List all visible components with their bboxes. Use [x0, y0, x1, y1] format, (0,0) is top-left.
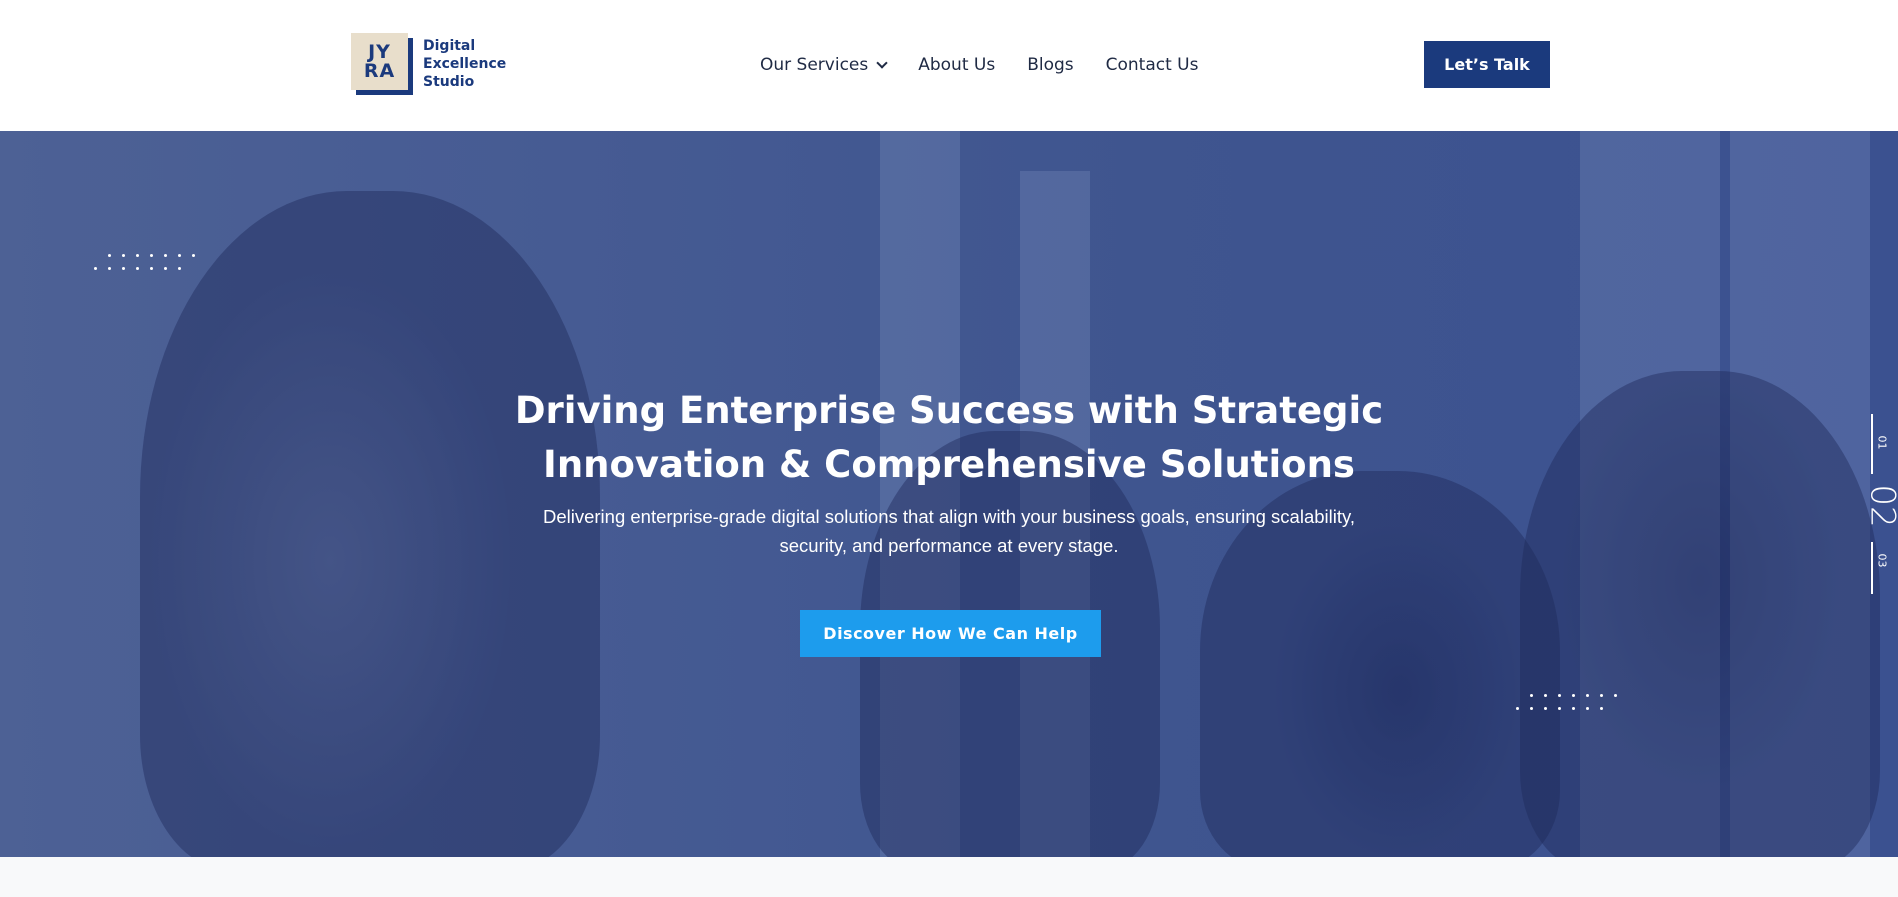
hero-subtitle-line1: Delivering enterprise-grade digital solu…: [542, 506, 1356, 527]
hero-title-line2: Innovation & Comprehensive Solutions: [543, 443, 1355, 486]
nav-item-about-us[interactable]: About Us: [918, 55, 995, 75]
nav-item-contact-us[interactable]: Contact Us: [1106, 55, 1199, 75]
slide-number-current[interactable]: 02: [1863, 484, 1898, 527]
decorative-dots-bottom-right: [1516, 694, 1626, 714]
logo-mark-line1: JY: [368, 40, 391, 63]
chevron-down-icon: [876, 56, 888, 69]
main-nav: Our Services About Us Blogs Contact Us: [760, 52, 1199, 78]
nav-item-label: Our Services: [760, 55, 869, 75]
background-person: [1520, 371, 1880, 857]
lets-talk-button[interactable]: Let’s Talk: [1424, 41, 1550, 88]
logo-mark-face: JY RA: [351, 33, 408, 90]
logo-text-line1: Digital: [423, 38, 476, 54]
logo-text-line3: Studio: [423, 74, 475, 90]
slide-number-prev[interactable]: 01: [1876, 436, 1889, 450]
decorative-dots-top-left: [94, 254, 204, 274]
nav-item-blogs[interactable]: Blogs: [1027, 55, 1073, 75]
site-header: JY RA Digital Excellence Studio Our Serv…: [0, 0, 1898, 131]
hero-title-line1: Driving Enterprise Success with Strategi…: [514, 389, 1384, 432]
logo-mark: JY RA: [351, 33, 413, 95]
hero-subtitle: Delivering enterprise-grade digital solu…: [449, 502, 1449, 560]
logo-text-line2: Excellence: [423, 56, 507, 72]
slider-indicator: 01 02 03: [1863, 414, 1898, 594]
discover-how-we-can-help-button[interactable]: Discover How We Can Help: [800, 610, 1101, 657]
nav-item-label: About Us: [918, 55, 996, 75]
logo-mark-line2: RA: [363, 59, 396, 82]
site-logo[interactable]: JY RA Digital Excellence Studio: [351, 33, 506, 95]
next-section-strip: [0, 857, 1898, 897]
hero-title: Driving Enterprise Success with Strategi…: [449, 384, 1449, 492]
hero-section: [0, 131, 1898, 857]
nav-item-our-services[interactable]: Our Services: [760, 55, 888, 75]
hero-subtitle-line2: security, and performance at every stage…: [779, 535, 1119, 556]
nav-item-label: Contact Us: [1105, 55, 1199, 75]
slider-line-bottom: [1871, 542, 1873, 594]
slide-number-next[interactable]: 03: [1876, 554, 1889, 568]
nav-item-label: Blogs: [1027, 55, 1074, 75]
logo-text: Digital Excellence Studio: [423, 37, 506, 91]
slider-line-top: [1871, 414, 1873, 474]
